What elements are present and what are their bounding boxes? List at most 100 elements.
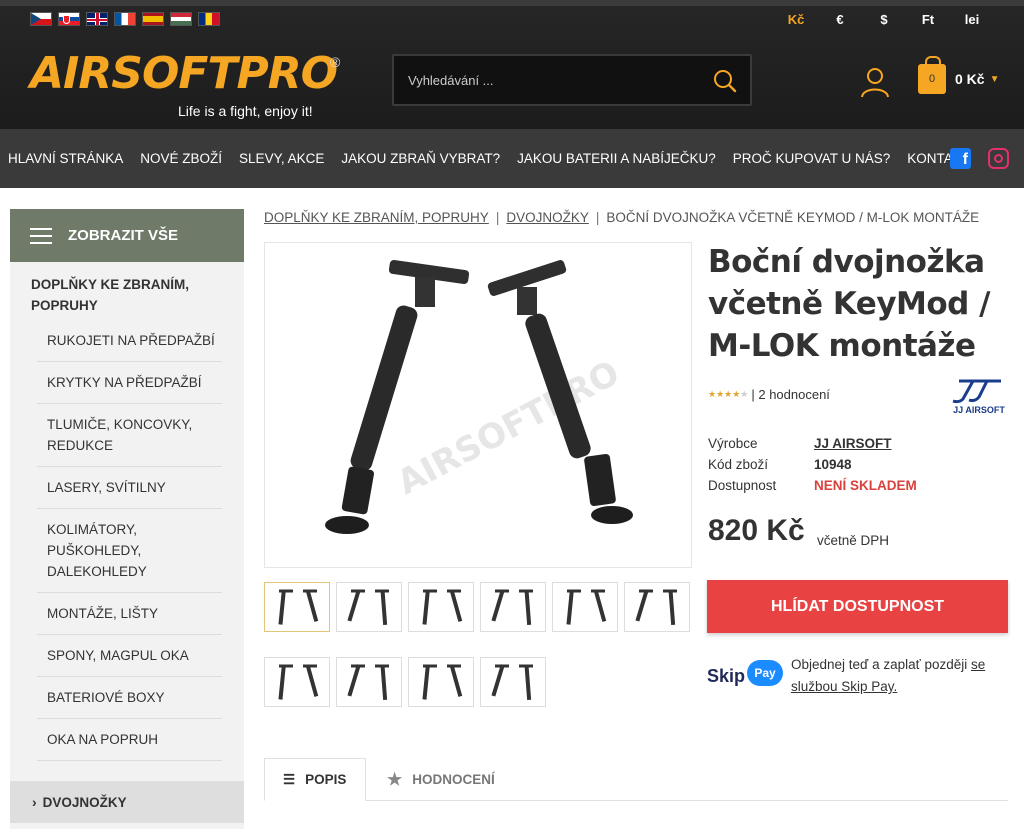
nav-new-products[interactable]: NOVÉ ZBOŽÍ	[140, 151, 222, 166]
currency-ron[interactable]: lei	[950, 12, 994, 27]
skip-pay-text: Objednej teď a zaplať později se službou…	[791, 654, 1006, 698]
product-thumbnail[interactable]	[336, 657, 402, 707]
price-vat-note: včetně DPH	[817, 533, 890, 548]
facebook-icon[interactable]: f	[950, 148, 971, 169]
breadcrumb-separator: |	[595, 210, 600, 225]
breadcrumb: DOPLŇKY KE ZBRANÍM, POPRUHY | DVOJNOŽKY | BO…	[264, 210, 979, 225]
jj-airsoft-logo-icon	[952, 379, 1001, 404]
product-thumbnail[interactable]	[552, 582, 618, 632]
nav-which-battery[interactable]: JAKOU BATERII A NABÍJEČKU?	[517, 151, 716, 166]
currency-huf[interactable]: Ft	[906, 12, 950, 27]
currency-eur[interactable]: €	[818, 12, 862, 27]
sidebar-item-bipods[interactable]: › DVOJNOŽKY	[10, 781, 244, 823]
watch-availability-button[interactable]: HLÍDAT DOSTUPNOST	[707, 580, 1008, 633]
logo-tagline: Life is a fight, enjoy it!	[178, 103, 313, 119]
breadcrumb-accessories[interactable]: DOPLŇKY KE ZBRANÍM, POPRUHY	[264, 210, 489, 225]
rating-stars-icon: ★★★★★	[708, 389, 749, 399]
site-logo[interactable]: AIRSOFTPRO ® Life is a fight, enjoy it!	[30, 48, 341, 120]
site-header: Kč € $ Ft lei AIRSOFTPRO ® Life is a fig…	[0, 0, 1024, 129]
logo-wordmark: AIRSOFTPRO	[30, 48, 338, 99]
nav-why-us[interactable]: PROČ KUPOVAT U NÁS?	[733, 151, 891, 166]
sidebar-category-title[interactable]: DOPLŇKY KE ZBRANÍM, POPRUHY	[10, 262, 244, 320]
product-thumbnail[interactable]	[264, 582, 330, 632]
flag-cz-icon[interactable]	[30, 12, 52, 26]
nav-home[interactable]: HLAVNÍ STRÁNKA	[8, 151, 123, 166]
brand-logo[interactable]: JJ AIRSOFT	[949, 377, 1009, 417]
spec-row: Kód zboží 10948	[708, 454, 917, 475]
cart-button[interactable]: 0 0 Kč ▼	[918, 56, 1000, 94]
product-thumbnail[interactable]	[624, 582, 690, 632]
tabs-divider	[264, 800, 1008, 801]
sidebar-item-optics[interactable]: KOLIMÁTORY, PUŠKOHLEDY, DALEKOHLEDY	[37, 509, 222, 593]
nav-sales[interactable]: SLEVY, AKCE	[239, 151, 324, 166]
language-flags	[30, 12, 220, 26]
sidebar-subcategory-list: RUKOJETI NA PŘEDPAŽBÍ KRYTKY NA PŘEDPAŽB…	[37, 320, 222, 761]
product-thumbnail[interactable]	[480, 582, 546, 632]
product-specs: Výrobce JJ AIRSOFT Kód zboží 10948 Dostu…	[708, 433, 917, 496]
rating-count[interactable]: | 2 hodnocení	[751, 387, 830, 402]
flag-es-icon[interactable]	[142, 12, 164, 26]
flag-ro-icon[interactable]	[198, 12, 220, 26]
sidebar-item-battery-boxes[interactable]: BATERIOVÉ BOXY	[37, 677, 222, 719]
sidebar-item-sling-swivels[interactable]: SPONY, MAGPUL OKA	[37, 635, 222, 677]
skip-pay-logo: Skip Pay	[707, 660, 783, 692]
breadcrumb-current: BOČNÍ DVOJNOŽKA VČETNĚ KEYMOD / M-LOK MO…	[606, 210, 980, 225]
sidebar-active-label: DVOJNOŽKY	[42, 794, 127, 810]
search-input[interactable]	[408, 68, 698, 92]
skip-pay-bubble: Pay	[747, 660, 783, 686]
product-thumbnail[interactable]	[336, 582, 402, 632]
breadcrumb-bipods[interactable]: DVOJNOŽKY	[506, 210, 589, 225]
product-thumbnail[interactable]	[264, 657, 330, 707]
sidebar-item-rail-covers[interactable]: KRYTKY NA PŘEDPAŽBÍ	[37, 362, 222, 404]
sidebar-item-sling-mounts[interactable]: OKA NA POPRUH	[37, 719, 222, 761]
sidebar-item-suppressors[interactable]: TLUMIČE, KONCOVKY, REDUKCE	[37, 404, 222, 467]
tab-description-label: POPIS	[305, 772, 347, 787]
flag-fr-icon[interactable]	[114, 12, 136, 26]
main-navigation: HLAVNÍ STRÁNKA NOVÉ ZBOŽÍ SLEVY, AKCE JA…	[0, 129, 1024, 188]
search-icon[interactable]	[712, 68, 738, 94]
currency-usd[interactable]: $	[862, 12, 906, 27]
currency-switcher: Kč € $ Ft lei	[774, 12, 994, 27]
chevron-right-icon: ›	[32, 794, 37, 810]
product-thumbnail[interactable]	[408, 657, 474, 707]
product-rating[interactable]: ★★★★★ | 2 hodnocení	[708, 387, 830, 402]
breadcrumb-separator: |	[495, 210, 500, 225]
hamburger-menu-icon	[30, 227, 52, 244]
logo-registered-mark: ®	[330, 54, 341, 70]
cart-icon: 0	[918, 56, 946, 94]
user-account-icon[interactable]	[859, 66, 891, 98]
product-main-image[interactable]: AIRSOFTPRO	[264, 242, 692, 568]
product-price: 820 Kč	[708, 514, 805, 547]
skip-pay-description: Objednej teď a zaplať později	[791, 657, 971, 672]
spec-label: Kód zboží	[708, 457, 769, 472]
product-thumbnail[interactable]	[408, 582, 474, 632]
nav-which-gun[interactable]: JAKOU ZBRAŇ VYBRAT?	[341, 151, 500, 166]
list-icon: ☰	[283, 771, 296, 787]
bipod-image: AIRSOFTPRO	[325, 260, 633, 534]
availability-status: NENÍ SKLADEM	[814, 478, 917, 493]
tab-reviews[interactable]: ★ HODNOCENÍ	[387, 758, 495, 801]
sidebar-item-foregrips[interactable]: RUKOJETI NA PŘEDPAŽBÍ	[37, 320, 222, 362]
flag-sk-icon[interactable]	[58, 12, 80, 26]
cart-total: 0 Kč	[955, 71, 985, 87]
tab-reviews-label: HODNOCENÍ	[412, 772, 495, 787]
product-title: Boční dvojnožka včetně KeyMod / M-LOK mo…	[708, 244, 990, 364]
star-icon: ★	[387, 769, 403, 789]
skip-pay-word: Skip	[707, 666, 746, 686]
spec-label: Výrobce	[708, 436, 758, 451]
show-all-categories-button[interactable]: ZOBRAZIT VŠE	[10, 209, 244, 262]
instagram-icon[interactable]	[988, 148, 1009, 169]
sidebar-item-lasers[interactable]: LASERY, SVÍTILNY	[37, 467, 222, 509]
caret-down-icon: ▼	[989, 73, 1000, 85]
tab-description[interactable]: ☰ POPIS	[264, 758, 366, 801]
flag-hu-icon[interactable]	[170, 12, 192, 26]
flag-gb-icon[interactable]	[86, 12, 108, 26]
product-thumbnail[interactable]	[480, 657, 546, 707]
currency-czk[interactable]: Kč	[774, 12, 818, 27]
spec-label: Dostupnost	[708, 478, 777, 493]
cart-count: 0	[928, 73, 936, 85]
spec-row: Výrobce JJ AIRSOFT	[708, 433, 917, 454]
product-code: 10948	[814, 457, 852, 472]
manufacturer-link[interactable]: JJ AIRSOFT	[814, 433, 892, 454]
sidebar-item-mounts[interactable]: MONTÁŽE, LIŠTY	[37, 593, 222, 635]
